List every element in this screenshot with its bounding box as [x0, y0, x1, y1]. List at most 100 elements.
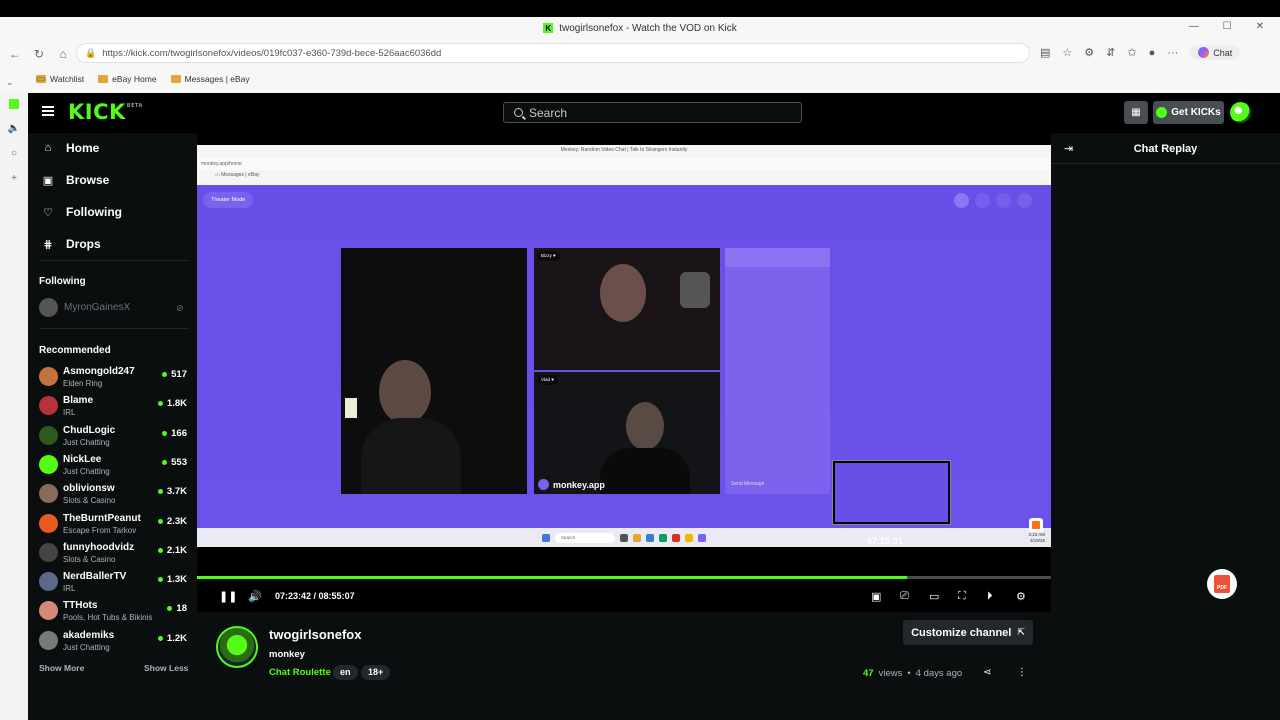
- clip-icon[interactable]: ⎚: [900, 590, 909, 603]
- theater-icon[interactable]: ▭: [929, 590, 939, 603]
- streamer-avatar[interactable]: [216, 626, 258, 668]
- sidebar-item-label: Browse: [66, 173, 110, 187]
- copilot-chat-button[interactable]: Chat: [1190, 45, 1241, 60]
- viewer-count: 1.8K: [157, 398, 187, 409]
- favorite-star-icon[interactable]: ☆: [1062, 46, 1072, 59]
- favorites-icon[interactable]: ✩: [1127, 46, 1136, 59]
- folder-icon: [98, 75, 109, 83]
- hamburger-menu-icon[interactable]: [42, 106, 54, 116]
- monkey-app-text: monkey.app: [553, 479, 605, 490]
- maximize-icon[interactable]: ☐: [1223, 21, 1232, 32]
- sidebar-channel-item[interactable]: NickLee Just Chatting 553: [39, 452, 187, 478]
- split-screen-icon[interactable]: ⇵: [1106, 46, 1115, 59]
- webcam-tile-top-right: Bizzy ♥: [534, 248, 720, 370]
- video-top-icons: [954, 193, 1032, 208]
- sidebar-channel-item[interactable]: TheBurntPeanut Escape From Tarkov 2.3K: [39, 511, 187, 537]
- following-channel-offline[interactable]: MyronGainesX: [39, 298, 130, 317]
- following-section-title: Following: [39, 276, 86, 287]
- sidebar-channel-item[interactable]: ChudLogic Just Chatting 166: [39, 423, 187, 449]
- share-icon[interactable]: ⋖: [983, 667, 991, 678]
- bookmark-ebay-home[interactable]: eBay Home: [98, 74, 157, 84]
- user-avatar[interactable]: [1230, 102, 1251, 123]
- show-more-button[interactable]: Show More: [39, 663, 84, 673]
- views-label: views: [878, 668, 903, 679]
- send-message-box: Send Message: [731, 481, 765, 487]
- taskbar-app-icon: [633, 533, 641, 542]
- kick-page: KICKBETA Search ▦ Get KICKs ⌂ Home ▣ Brows…: [28, 93, 1280, 720]
- menu-dots-icon[interactable]: ···: [1167, 47, 1178, 59]
- monkey-chat-panel: Send Message: [725, 248, 830, 494]
- home-browser-icon[interactable]: ⌂: [56, 47, 70, 61]
- channel-category: IRL: [63, 584, 76, 594]
- pause-icon[interactable]: ❚❚: [219, 590, 237, 603]
- circle-icon[interactable]: ○: [11, 148, 17, 159]
- avatar: [39, 484, 58, 504]
- sidebar-channel-item[interactable]: TTHots Pools, Hot Tubs & Bikinis 18: [39, 598, 187, 624]
- tag-mature[interactable]: 18+: [361, 665, 391, 680]
- add-tab-icon[interactable]: +: [11, 173, 17, 184]
- taskbar-tray: 3:23 AM 3/19/26: [1028, 532, 1045, 543]
- sidebar-item-browse[interactable]: ▣ Browse: [42, 173, 110, 187]
- viewer-count-value: 553: [171, 456, 187, 468]
- get-kicks-button[interactable]: Get KICKs: [1153, 101, 1224, 124]
- minimize-icon[interactable]: —: [1189, 21, 1199, 32]
- profile-icon[interactable]: ●: [1149, 47, 1156, 59]
- viewer-count: 517: [162, 369, 187, 380]
- extensions-icon[interactable]: ⚙: [1084, 46, 1094, 59]
- close-icon[interactable]: ✕: [1256, 21, 1264, 32]
- bookmark-messages-ebay[interactable]: Messages | eBay: [170, 74, 250, 84]
- streamer-name[interactable]: twogirlsonefox: [269, 627, 361, 642]
- show-less-button[interactable]: Show Less: [144, 663, 188, 673]
- sidebar-item-drops[interactable]: ⋕ Drops: [42, 237, 100, 251]
- playback-speed-icon[interactable]: ⏵: [987, 590, 993, 603]
- address-row: ← ↻ ⌂ 🔒 https://kick.com/twogirlsonefox/…: [0, 39, 1280, 69]
- customize-channel-button[interactable]: Customize channel ⇱: [903, 620, 1033, 645]
- sidebar-channel-item[interactable]: akademiks Just Chatting 1.2K: [39, 628, 187, 654]
- search-input[interactable]: Search: [503, 102, 802, 123]
- avatar: [39, 630, 58, 650]
- sidebar-channel-item[interactable]: oblivionsw Slots & Casino 3.7K: [39, 481, 187, 507]
- viewer-count: 18: [167, 603, 187, 614]
- progress-bar[interactable]: [197, 576, 1051, 579]
- settings-gear-icon[interactable]: ⚙: [1016, 590, 1026, 603]
- sidebar-item-following[interactable]: ♡ Following: [42, 205, 122, 219]
- kick-tab-icon[interactable]: [9, 99, 19, 109]
- category-link[interactable]: Chat Roulette: [269, 667, 331, 678]
- reader-icon[interactable]: ▤: [1040, 46, 1050, 59]
- sidebar-channel-item[interactable]: Asmongold247 Elden Ring 517: [39, 364, 187, 390]
- back-icon[interactable]: ←: [8, 47, 22, 61]
- video-player[interactable]: Monkey: Random Video Chat | Talk to Stra…: [197, 133, 1051, 612]
- address-bar[interactable]: 🔒 https://kick.com/twogirlsonefox/videos…: [76, 43, 1030, 63]
- total-time: 08:55:07: [318, 591, 355, 601]
- monkey-app-watermark: monkey.app: [538, 479, 605, 490]
- video-inner-browser: Monkey: Random Video Chat | Talk to Stra…: [197, 145, 1051, 185]
- volume-icon[interactable]: 🔊: [248, 590, 262, 603]
- dashboard-icon[interactable]: ▦: [1124, 101, 1148, 124]
- light-object: [345, 398, 357, 418]
- avatar: [39, 396, 58, 416]
- pdf-extension-button[interactable]: PDF: [1207, 569, 1237, 599]
- sidebar-item-home[interactable]: ⌂ Home: [42, 141, 100, 155]
- more-options-icon[interactable]: ⋮: [1017, 667, 1027, 678]
- viewer-count-value: 1.2K: [166, 632, 187, 644]
- kick-logo[interactable]: KICKBETA: [68, 100, 143, 124]
- customize-label: Customize channel: [911, 626, 1012, 639]
- home-icon: ⌂: [44, 142, 52, 154]
- miniplayer-icon[interactable]: ▣: [871, 590, 881, 603]
- sidebar-channel-item[interactable]: Blame IRL 1.8K: [39, 393, 187, 419]
- bookmark-reader-icon[interactable]: ▭: [36, 74, 45, 85]
- audio-icon[interactable]: 🔈: [8, 123, 20, 134]
- sidebar-channel-item[interactable]: funnyhoodvidz Slots & Casino 2.1K: [39, 540, 187, 566]
- channel-category: Escape From Tarkov: [63, 525, 137, 535]
- tabs-chevron-icon[interactable]: ⌄: [6, 77, 14, 88]
- tag-language[interactable]: en: [333, 665, 358, 680]
- refresh-icon[interactable]: ↻: [32, 47, 46, 61]
- sidebar-channel-item[interactable]: NerdBallerTV IRL 1.3K: [39, 569, 187, 595]
- beta-badge: BETA: [126, 103, 143, 109]
- person-top: [600, 264, 646, 322]
- seek-preview-thumbnail: [832, 460, 951, 525]
- taskbar-app-icon: [659, 533, 667, 542]
- screen-top-edge: [0, 0, 1280, 17]
- fullscreen-icon[interactable]: ⛶: [958, 590, 966, 603]
- viewer-count-value: 2.3K: [166, 515, 187, 527]
